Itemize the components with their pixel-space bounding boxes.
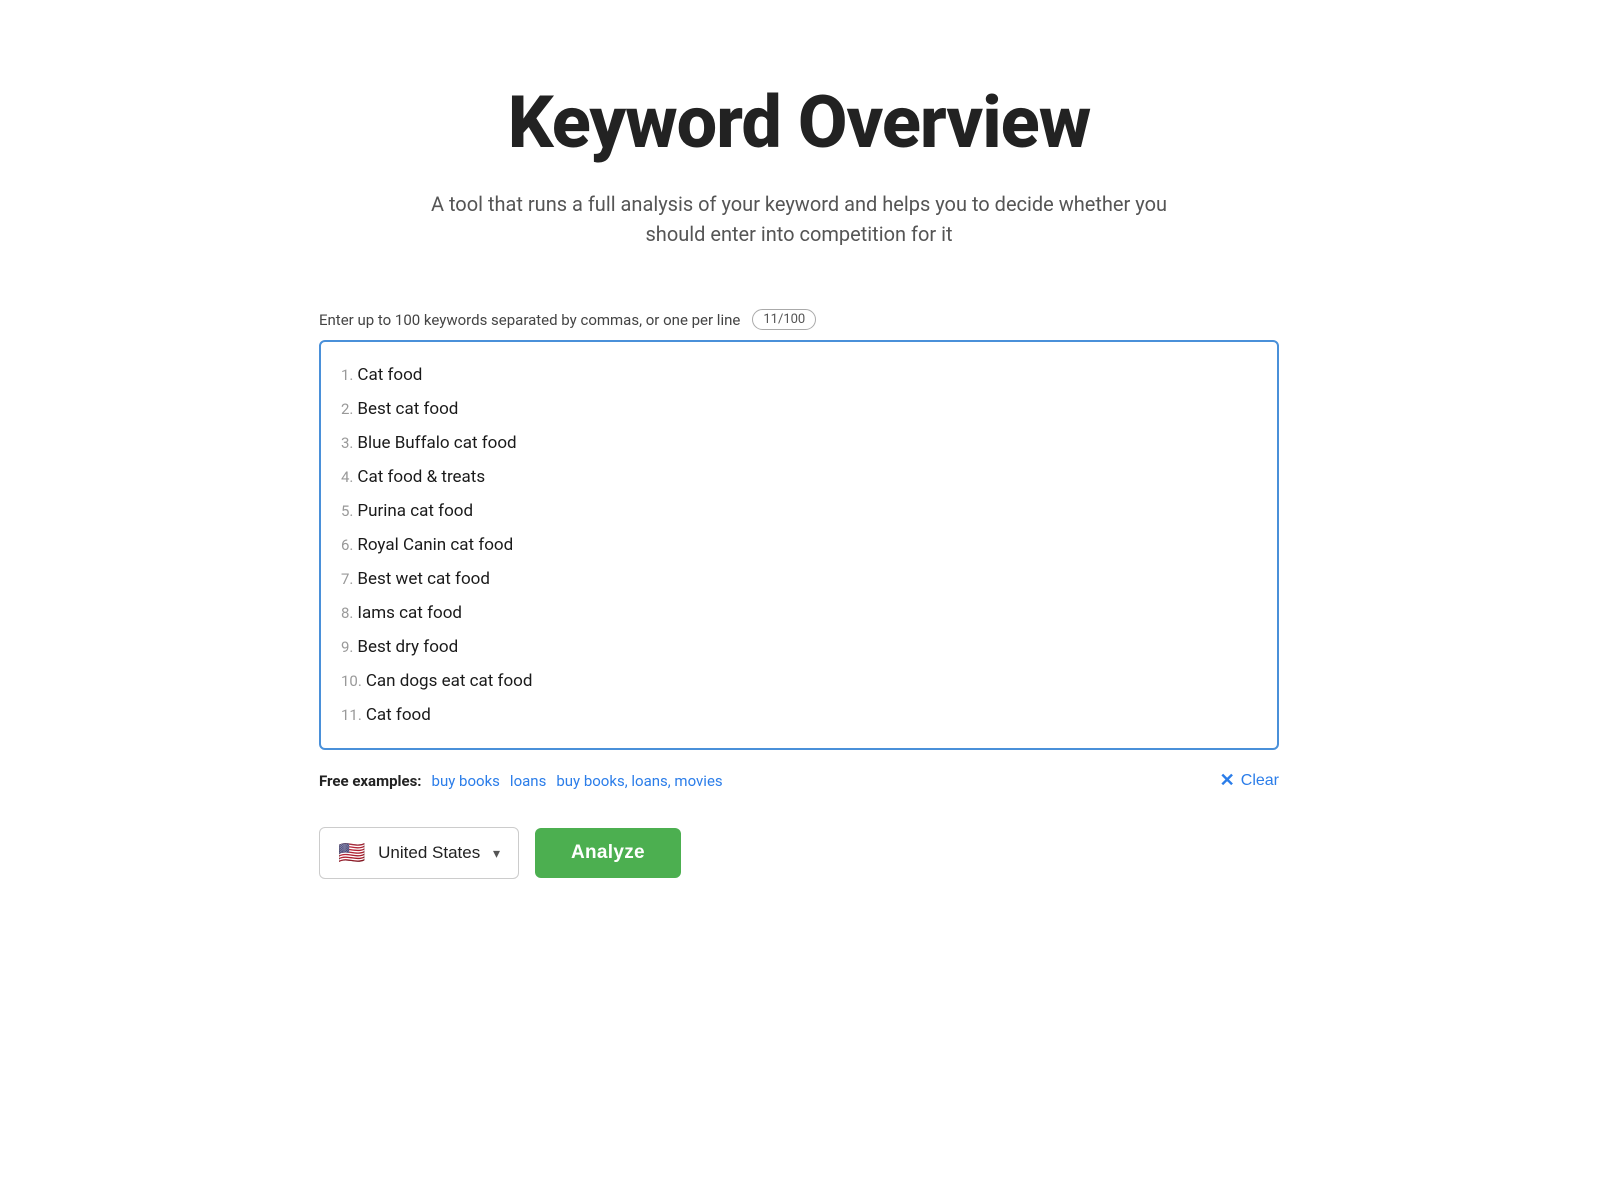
page-title: Keyword Overview: [508, 80, 1091, 165]
keyword-counter: 11/100: [752, 309, 816, 330]
keywords-textarea[interactable]: 1.Cat food2.Best cat food3.Blue Buffalo …: [319, 340, 1279, 750]
keyword-list-item: 1.Cat food: [341, 358, 1257, 392]
chevron-down-icon: ▾: [493, 845, 500, 862]
country-selector[interactable]: 🇺🇸 United States ▾: [319, 827, 519, 879]
free-examples-label: Free examples:: [319, 772, 422, 790]
example-link-buy-books[interactable]: buy books: [432, 772, 500, 790]
keywords-label-row: Enter up to 100 keywords separated by co…: [319, 309, 1279, 330]
keyword-list-item: 5.Purina cat food: [341, 494, 1257, 528]
main-container: Enter up to 100 keywords separated by co…: [319, 309, 1279, 879]
keyword-list-item: 8.Iams cat food: [341, 596, 1257, 630]
action-row: 🇺🇸 United States ▾ Analyze: [319, 827, 1279, 879]
example-link-loans[interactable]: loans: [510, 772, 546, 790]
flag-icon: 🇺🇸: [338, 840, 365, 866]
bottom-bar: Free examples: buy books loans buy books…: [319, 770, 1279, 791]
clear-icon: ✕: [1220, 770, 1235, 791]
clear-button-label: Clear: [1241, 772, 1279, 790]
analyze-button[interactable]: Analyze: [535, 828, 681, 878]
keyword-list-item: 2.Best cat food: [341, 392, 1257, 426]
page-subtitle: A tool that runs a full analysis of your…: [419, 189, 1179, 249]
keyword-list-item: 6.Royal Canin cat food: [341, 528, 1257, 562]
keyword-list-item: 3.Blue Buffalo cat food: [341, 426, 1257, 460]
clear-button[interactable]: ✕ Clear: [1220, 770, 1279, 791]
keyword-list-item: 7.Best wet cat food: [341, 562, 1257, 596]
keyword-list-item: 10.Can dogs eat cat food: [341, 664, 1257, 698]
keyword-list-item: 11.Cat food: [341, 698, 1257, 732]
keyword-list-item: 9.Best dry food: [341, 630, 1257, 664]
keywords-label: Enter up to 100 keywords separated by co…: [319, 311, 740, 329]
country-name: United States: [375, 843, 483, 863]
keyword-list-item: 4.Cat food & treats: [341, 460, 1257, 494]
keywords-list: 1.Cat food2.Best cat food3.Blue Buffalo …: [341, 358, 1257, 732]
free-examples: Free examples: buy books loans buy books…: [319, 772, 723, 790]
example-link-buy-books-loans-movies[interactable]: buy books, loans, movies: [556, 772, 722, 790]
